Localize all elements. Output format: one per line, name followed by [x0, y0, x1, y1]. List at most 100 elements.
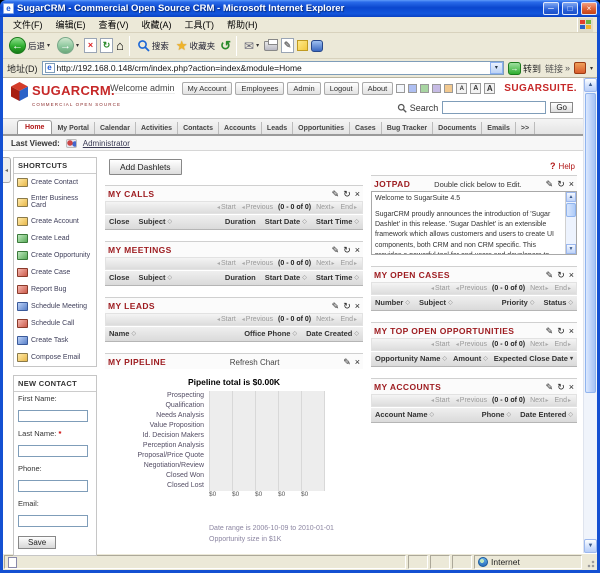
tab-cases[interactable]: Cases — [350, 122, 382, 134]
close-dashlet-icon[interactable]: × — [569, 271, 574, 280]
shortcut-create-lead[interactable]: Create Lead — [14, 230, 96, 247]
start-link[interactable]: ◂Start — [430, 397, 450, 404]
tab-contacts[interactable]: Contacts — [178, 122, 219, 134]
shortcut-create-opportunity[interactable]: Create Opportunity — [14, 247, 96, 264]
theme-swatch-5[interactable] — [444, 84, 453, 93]
resize-grip[interactable] — [584, 557, 596, 569]
next-link[interactable]: Next▸ — [530, 397, 549, 404]
jotpad-textarea[interactable]: Welcome to SugarSuite 4.5 SugarCRM proud… — [371, 191, 577, 255]
end-link[interactable]: End▸ — [555, 341, 572, 348]
tab-my-portal[interactable]: My Portal — [52, 122, 95, 134]
tab-calendar[interactable]: Calendar — [95, 122, 136, 134]
next-link[interactable]: Next▸ — [316, 204, 335, 211]
address-input[interactable] — [57, 63, 490, 73]
refresh-dashlet-icon[interactable]: ↻ — [557, 271, 565, 280]
shortcut-schedule-call[interactable]: Schedule Call — [14, 315, 96, 332]
shortcut-create-account[interactable]: Create Account — [14, 213, 96, 230]
site-search-input[interactable] — [442, 101, 546, 114]
close-dashlet-icon[interactable]: × — [569, 383, 574, 392]
start-link[interactable]: ◂Start — [216, 204, 236, 211]
add-dashlets-button[interactable]: Add Dashlets — [109, 159, 182, 175]
menu-tools[interactable]: 工具(T) — [179, 17, 221, 32]
email-field[interactable] — [18, 515, 88, 527]
edit-dashlet-icon[interactable]: ✎ — [546, 383, 554, 392]
refresh-dashlet-icon[interactable]: ↻ — [343, 246, 351, 255]
links-chevron-icon[interactable]: » — [565, 63, 570, 73]
column-phone[interactable]: Phone◇ — [482, 410, 512, 419]
refresh-dashlet-icon[interactable]: ↻ — [557, 180, 565, 189]
forward-dropdown-icon[interactable]: ▾ — [76, 42, 79, 49]
refresh-chart-link[interactable]: Refresh Chart — [166, 358, 343, 367]
back-dropdown-icon[interactable]: ▾ — [47, 42, 50, 49]
site-search-go-button[interactable]: Go — [550, 102, 573, 113]
go-button[interactable]: → 转到 — [508, 62, 541, 75]
start-link[interactable]: ◂Start — [430, 341, 450, 348]
column-office-phone[interactable]: Office Phone◇ — [244, 329, 297, 338]
first-name-field[interactable] — [18, 410, 88, 422]
close-dashlet-icon[interactable]: × — [569, 180, 574, 189]
stop-button[interactable]: × — [84, 38, 97, 53]
next-link[interactable]: Next▸ — [316, 316, 335, 323]
sidebar-collapse-handle[interactable]: ◂ — [3, 157, 11, 183]
edit-dashlet-icon[interactable]: ✎ — [332, 190, 340, 199]
tab-leads[interactable]: Leads — [262, 122, 293, 134]
end-link[interactable]: End▸ — [341, 204, 358, 211]
close-dashlet-icon[interactable]: × — [355, 302, 360, 311]
tab-documents[interactable]: Documents — [433, 122, 482, 134]
column-name[interactable]: Name◇ — [109, 329, 136, 338]
end-link[interactable]: End▸ — [555, 285, 572, 292]
previous-link[interactable]: ◂Previous — [455, 285, 487, 292]
search-button[interactable]: 搜索 — [135, 38, 171, 53]
edit-dashlet-icon[interactable]: ✎ — [546, 180, 554, 189]
previous-link[interactable]: ◂Previous — [241, 316, 273, 323]
edit-dashlet-icon[interactable]: ✎ — [343, 358, 351, 367]
menu-view[interactable]: 查看(V) — [93, 17, 135, 32]
column-status[interactable]: Status◇ — [543, 298, 573, 307]
start-link[interactable]: ◂Start — [216, 260, 236, 267]
home-button[interactable]: ⌂ — [116, 39, 124, 53]
history-button[interactable]: ↺ — [220, 38, 231, 54]
maximize-button[interactable]: □ — [562, 2, 578, 15]
save-button[interactable]: Save — [18, 536, 56, 549]
menu-help[interactable]: 帮助(H) — [221, 17, 264, 32]
column-number[interactable]: Number◇ — [375, 298, 410, 307]
nav-logout[interactable]: Logout — [324, 82, 359, 95]
minimize-button[interactable]: ─ — [543, 2, 559, 15]
tab-emails[interactable]: Emails — [482, 122, 516, 134]
close-dashlet-icon[interactable]: × — [569, 327, 574, 336]
edit-dashlet-icon[interactable]: ✎ — [546, 271, 554, 280]
back-button[interactable]: ← 后退 ▾ — [7, 36, 52, 55]
scroll-down-icon[interactable]: ▼ — [584, 539, 597, 553]
close-button[interactable]: × — [581, 2, 597, 15]
tab-activities[interactable]: Activities — [136, 122, 178, 134]
nav-employees[interactable]: Employees — [235, 82, 284, 95]
last-name-field[interactable] — [18, 445, 88, 457]
messenger-button[interactable] — [311, 40, 323, 52]
column-duration[interactable]: Duration — [225, 217, 256, 226]
end-link[interactable]: End▸ — [341, 316, 358, 323]
theme-swatch-1[interactable] — [396, 84, 405, 93]
next-link[interactable]: Next▸ — [530, 285, 549, 292]
last-viewed-item[interactable]: Administrator — [83, 139, 130, 148]
nav-about[interactable]: About — [362, 82, 394, 95]
column-close[interactable]: Close — [109, 273, 129, 282]
help-link[interactable]: Help — [559, 162, 575, 171]
jotpad-scrollbar[interactable]: ▲ ▼ — [565, 192, 576, 254]
column-subject[interactable]: Subject◇ — [419, 298, 453, 307]
refresh-dashlet-icon[interactable]: ↻ — [557, 327, 565, 336]
shortcut-schedule-meeting[interactable]: Schedule Meeting — [14, 298, 96, 315]
edit-page-button[interactable]: ✎ — [281, 38, 294, 53]
menu-file[interactable]: 文件(F) — [7, 17, 49, 32]
scroll-thumb[interactable] — [566, 203, 576, 217]
menu-favorites[interactable]: 收藏(A) — [136, 17, 178, 32]
column-priority[interactable]: Priority◇ — [502, 298, 535, 307]
end-link[interactable]: End▸ — [555, 397, 572, 404]
edit-dashlet-icon[interactable]: ✎ — [332, 246, 340, 255]
address-dropdown-icon[interactable]: ▾ — [490, 62, 503, 74]
tab-home[interactable]: Home — [17, 120, 52, 134]
refresh-dashlet-icon[interactable]: ↻ — [557, 383, 565, 392]
font-size-large-button[interactable]: A — [484, 83, 495, 94]
close-dashlet-icon[interactable]: × — [355, 190, 360, 199]
column-date-entered[interactable]: Date Entered◇ — [520, 410, 573, 419]
previous-link[interactable]: ◂Previous — [455, 397, 487, 404]
